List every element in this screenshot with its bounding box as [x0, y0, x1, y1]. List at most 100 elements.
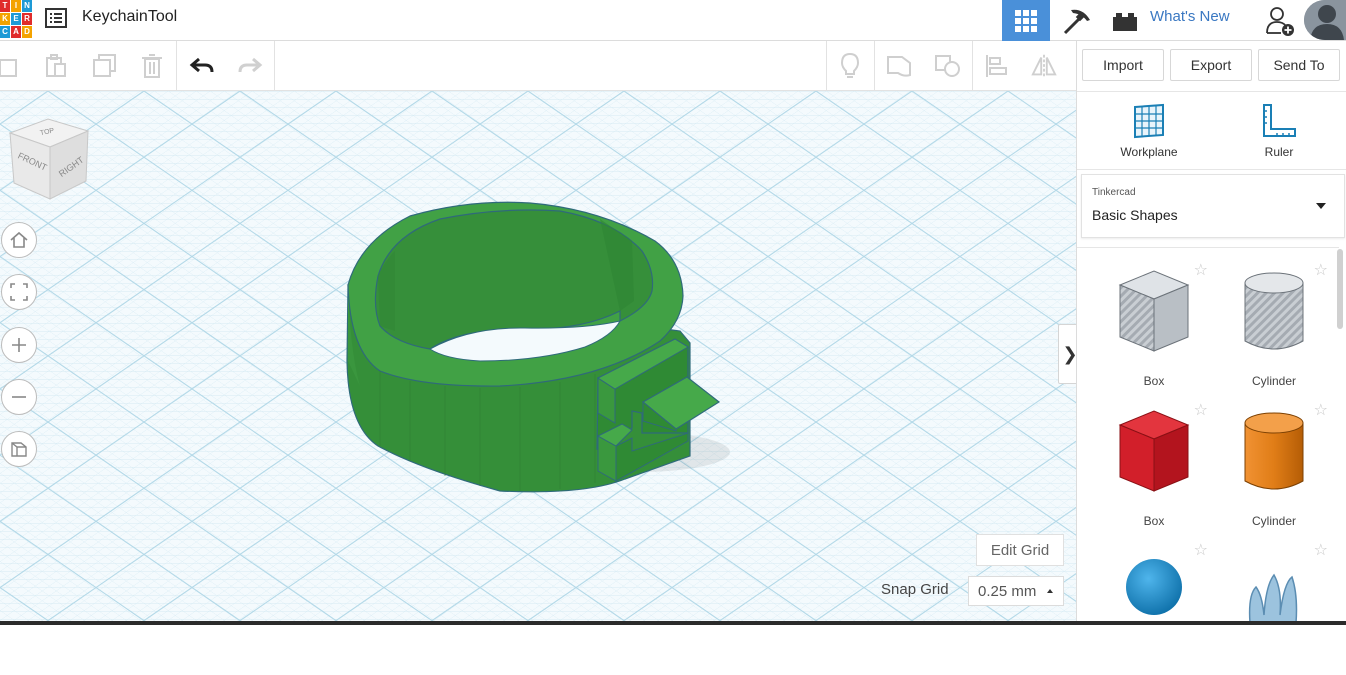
- shapes-scrollbar[interactable]: [1337, 249, 1343, 329]
- copy-button[interactable]: [0, 52, 22, 80]
- top-bar: T I N K E R C A D KeychainTool What's Ne…: [0, 0, 1346, 41]
- star-icon[interactable]: ☆: [1314, 403, 1328, 419]
- logo-letter: A: [11, 26, 21, 38]
- logo-letter: N: [22, 0, 32, 12]
- fit-view-button[interactable]: [1, 274, 37, 310]
- align-icon: [986, 55, 1007, 77]
- sphere-icon: [1126, 559, 1182, 615]
- export-button[interactable]: Export: [1170, 49, 1252, 81]
- workplane-tool[interactable]: Workplane: [1099, 103, 1199, 159]
- cylinder-hole-icon: [1244, 272, 1304, 350]
- duplicate-icon: [93, 54, 116, 77]
- logo-letter: D: [22, 26, 32, 38]
- group-button[interactable]: [886, 52, 914, 80]
- mirror-button[interactable]: [1030, 52, 1058, 80]
- mirror-icon: [1031, 54, 1057, 78]
- lightbulb-icon: [840, 52, 860, 78]
- star-icon[interactable]: ☆: [1194, 263, 1208, 279]
- codeblocks-button[interactable]: [1054, 0, 1100, 41]
- shape-cylinder-hole[interactable]: ☆ Cylinder: [1214, 255, 1334, 395]
- redo-icon: [238, 57, 263, 73]
- workplane-grid: [0, 91, 1076, 625]
- 3d-design-view-button[interactable]: [1002, 0, 1050, 41]
- 3d-workspace[interactable]: TOP FRONT RIGHT ❯ Edit Grid Snap Grid 0.…: [0, 91, 1076, 625]
- shape-box[interactable]: ☆ Box: [1094, 395, 1214, 535]
- ruler-tool[interactable]: Ruler: [1229, 103, 1329, 159]
- caret-down-icon: [1316, 203, 1326, 209]
- bricks-button[interactable]: [1102, 0, 1148, 41]
- shape-box-hole[interactable]: ☆ Box: [1094, 255, 1214, 395]
- view-cube[interactable]: TOP FRONT RIGHT: [2, 113, 92, 203]
- paste-icon: [46, 54, 66, 77]
- library-provider: Tinkercad: [1092, 187, 1136, 198]
- shape-cylinder[interactable]: ☆ Cylinder: [1214, 395, 1334, 535]
- star-icon[interactable]: ☆: [1194, 543, 1208, 559]
- ruler-label: Ruler: [1264, 145, 1294, 159]
- fit-icon: [10, 283, 28, 301]
- snap-grid-label: Snap Grid: [881, 581, 949, 598]
- plus-icon: [12, 338, 26, 352]
- shape-library-dropdown[interactable]: Tinkercad Basic Shapes: [1081, 174, 1345, 238]
- snap-grid-select[interactable]: 0.25 mm: [968, 576, 1064, 606]
- delete-button[interactable]: [138, 52, 166, 80]
- undo-icon: [189, 57, 214, 73]
- logo-letter: T: [0, 0, 10, 12]
- logo-letter: I: [11, 0, 21, 12]
- whats-new-link[interactable]: What's New: [1150, 8, 1230, 25]
- zoom-in-button[interactable]: [1, 327, 37, 363]
- ruler-icon: [1263, 104, 1296, 137]
- logo-letter: E: [11, 13, 21, 25]
- grid-view-icon: [1015, 9, 1037, 32]
- document-title[interactable]: KeychainTool: [82, 8, 177, 26]
- design-list-icon[interactable]: [45, 8, 67, 28]
- trash-icon: [142, 54, 162, 78]
- edit-toolbar: [0, 41, 1076, 91]
- import-button[interactable]: Import: [1082, 49, 1164, 81]
- star-icon[interactable]: ☆: [1194, 403, 1208, 419]
- perspective-icon: [11, 442, 27, 457]
- perspective-button[interactable]: [1, 431, 37, 467]
- caret-up-icon: [1047, 589, 1053, 593]
- logo-letter: K: [0, 13, 10, 25]
- brick-icon: [1113, 12, 1137, 31]
- shape-sphere[interactable]: ☆: [1094, 535, 1214, 675]
- window-bottom-border: [0, 621, 1346, 625]
- shape-label: Cylinder: [1251, 374, 1296, 388]
- library-selected: Basic Shapes: [1092, 207, 1178, 223]
- cylinder-icon: [1244, 412, 1304, 490]
- group-icon: [887, 56, 911, 77]
- workplane-icon: [1134, 103, 1164, 139]
- edit-grid-button[interactable]: Edit Grid: [976, 534, 1064, 566]
- shape-scribble[interactable]: ☆: [1214, 535, 1334, 675]
- shape-label: Box: [1143, 514, 1165, 528]
- home-view-button[interactable]: [1, 222, 37, 258]
- collapse-panel-button[interactable]: ❯: [1058, 324, 1076, 384]
- box-hole-icon: [1118, 270, 1190, 352]
- tinkercad-logo[interactable]: T I N K E R C A D: [0, 0, 33, 39]
- shape-label: Cylinder: [1251, 514, 1296, 528]
- star-icon[interactable]: ☆: [1314, 543, 1328, 559]
- home-icon: [10, 231, 28, 248]
- show-all-button[interactable]: [836, 52, 864, 80]
- add-user-button[interactable]: [1260, 0, 1300, 41]
- box-icon: [1118, 410, 1190, 492]
- align-button[interactable]: [982, 52, 1010, 80]
- user-avatar[interactable]: [1304, 0, 1346, 40]
- scribble-icon: [1248, 573, 1298, 624]
- pickaxe-icon: [1063, 9, 1090, 34]
- copy-icon: [0, 59, 17, 77]
- undo-button[interactable]: [188, 52, 216, 80]
- right-panel: Import Export Send To Workplane Ruler Ti…: [1076, 41, 1346, 625]
- shape-label: Box: [1143, 374, 1165, 388]
- ungroup-button[interactable]: [934, 52, 962, 80]
- zoom-out-button[interactable]: [1, 379, 37, 415]
- chevron-right-icon: ❯: [1062, 344, 1076, 365]
- duplicate-button[interactable]: [90, 52, 118, 80]
- paste-button[interactable]: [42, 52, 70, 80]
- redo-button[interactable]: [236, 52, 264, 80]
- send-to-button[interactable]: Send To: [1258, 49, 1340, 81]
- logo-letter: C: [0, 26, 10, 38]
- star-icon[interactable]: ☆: [1314, 263, 1328, 279]
- ungroup-icon: [935, 55, 960, 77]
- add-user-icon: [1266, 6, 1294, 36]
